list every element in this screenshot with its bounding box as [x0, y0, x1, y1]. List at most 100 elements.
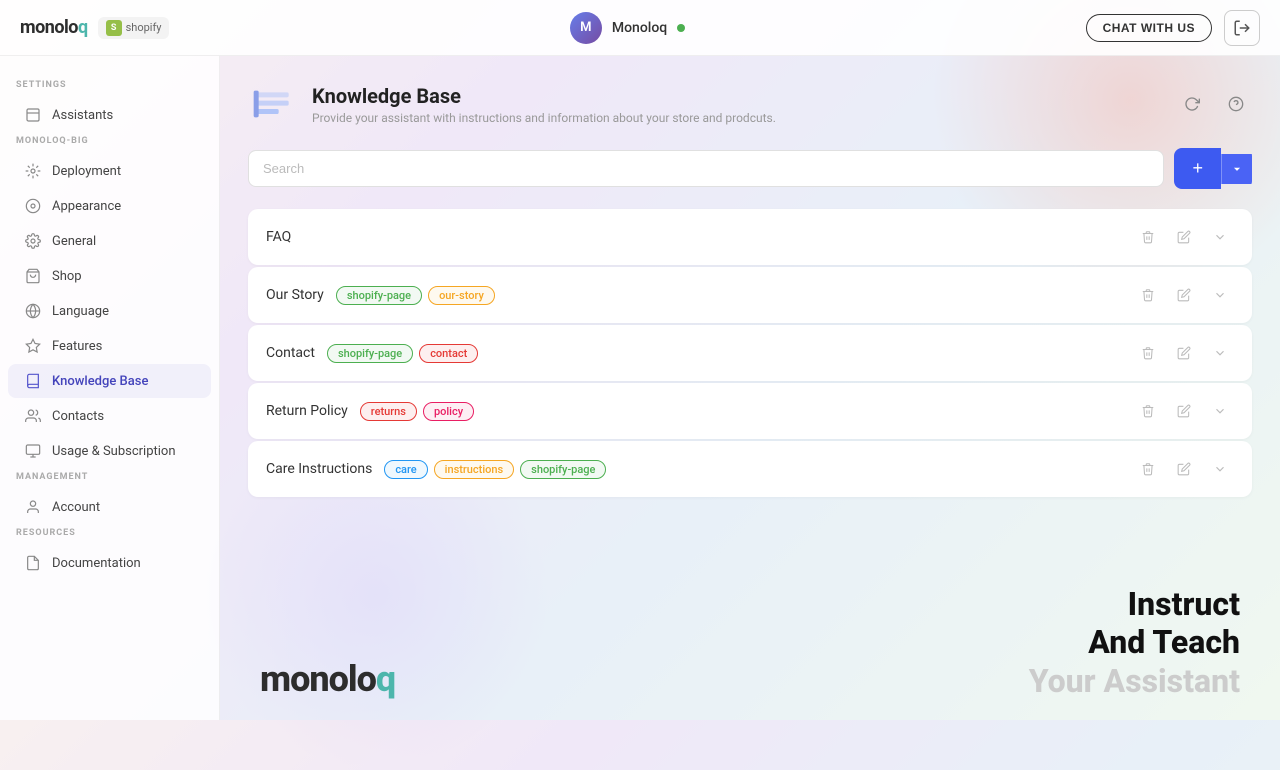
kb-item-faq-left: FAQ: [266, 229, 291, 245]
sidebar-item-general[interactable]: General: [8, 224, 211, 258]
online-indicator: [677, 24, 685, 32]
sidebar-item-documentation[interactable]: Documentation: [8, 546, 211, 580]
faq-expand-button[interactable]: [1206, 223, 1234, 251]
sidebar-usage-label: Usage & Subscription: [52, 444, 176, 459]
logo: monoloq: [20, 17, 88, 38]
shop-icon: [24, 267, 42, 285]
our-story-delete-button[interactable]: [1134, 281, 1162, 309]
return-policy-expand-button[interactable]: [1206, 397, 1234, 425]
add-dropdown-button[interactable]: [1221, 154, 1252, 184]
sidebar-shop-label: Shop: [52, 269, 82, 284]
kb-item-faq-actions: [1134, 223, 1234, 251]
refresh-button[interactable]: [1176, 88, 1208, 120]
general-icon: [24, 232, 42, 250]
header-center: M Monoloq: [570, 12, 685, 44]
kb-item-contact-left: Contact shopify-page contact: [266, 344, 478, 363]
main-content: SETTINGS Assistants MONOLOQ-BIG: [0, 56, 1280, 720]
sidebar: SETTINGS Assistants MONOLOQ-BIG: [0, 56, 220, 720]
kb-header: Knowledge Base Provide your assistant wi…: [248, 80, 1252, 128]
sidebar-account-label: Account: [52, 500, 100, 515]
contacts-icon: [24, 407, 42, 425]
faq-edit-button[interactable]: [1170, 223, 1198, 251]
kb-title: Knowledge Base: [312, 84, 776, 108]
care-instructions-expand-button[interactable]: [1206, 455, 1234, 483]
add-button-group: +: [1174, 148, 1252, 189]
documentation-icon: [24, 554, 42, 572]
sidebar-item-contacts[interactable]: Contacts: [8, 399, 211, 433]
kb-item-our-story: Our Story shopify-page our-story: [248, 267, 1252, 323]
sidebar-contacts-label: Contacts: [52, 409, 104, 424]
tagline-line3: Your Assistant: [1029, 662, 1240, 700]
sidebar-general-label: General: [52, 234, 96, 249]
tag-policy: policy: [423, 402, 474, 421]
language-icon: [24, 302, 42, 320]
kb-title-block: Knowledge Base Provide your assistant wi…: [312, 84, 776, 125]
tag-our-story: our-story: [428, 286, 495, 305]
sidebar-language-label: Language: [52, 304, 109, 319]
resources-section-label: RESOURCES: [0, 528, 219, 538]
page-content: Knowledge Base Provide your assistant wi…: [220, 56, 1280, 720]
sidebar-item-deployment[interactable]: Deployment: [8, 154, 211, 188]
kb-subtitle: Provide your assistant with instructions…: [312, 111, 776, 125]
help-button[interactable]: [1220, 88, 1252, 120]
account-icon: [24, 498, 42, 516]
bottom-logo: monoloq: [260, 658, 395, 700]
sidebar-item-language[interactable]: Language: [8, 294, 211, 328]
monoloq-big-section-label: MONOLOQ-BIG: [0, 136, 219, 146]
knowledge-base-icon: [24, 372, 42, 390]
contact-edit-button[interactable]: [1170, 339, 1198, 367]
return-policy-delete-button[interactable]: [1134, 397, 1162, 425]
kb-item-return-policy-name: Return Policy: [266, 403, 348, 419]
shopify-badge: S shopify: [98, 17, 170, 39]
our-story-edit-button[interactable]: [1170, 281, 1198, 309]
settings-section-label: SETTINGS: [0, 80, 219, 90]
care-instructions-delete-button[interactable]: [1134, 455, 1162, 483]
sidebar-item-usage[interactable]: Usage & Subscription: [8, 434, 211, 468]
sidebar-item-shop[interactable]: Shop: [8, 259, 211, 293]
care-instructions-tags: care instructions shopify-page: [384, 460, 606, 479]
management-section-label: MANAGEMENT: [0, 472, 219, 482]
header: monoloq S shopify M Monoloq CHAT WITH US: [0, 0, 1280, 56]
kb-item-our-story-left: Our Story shopify-page our-story: [266, 286, 495, 305]
chat-with-us-button[interactable]: CHAT WITH US: [1086, 14, 1212, 42]
kb-item-contact-actions: [1134, 339, 1234, 367]
kb-item-faq: FAQ: [248, 209, 1252, 265]
sidebar-item-features[interactable]: Features: [8, 329, 211, 363]
tag-shopify-page-3: shopify-page: [520, 460, 606, 479]
kb-header-actions: [1176, 88, 1252, 120]
logout-button[interactable]: [1224, 10, 1260, 46]
kb-item-care-instructions-left: Care Instructions care instructions shop…: [266, 460, 606, 479]
care-instructions-edit-button[interactable]: [1170, 455, 1198, 483]
tag-shopify-page-2: shopify-page: [327, 344, 413, 363]
tag-instructions: instructions: [434, 460, 515, 479]
tag-contact: contact: [419, 344, 478, 363]
sidebar-item-appearance[interactable]: Appearance: [8, 189, 211, 223]
kb-item-care-instructions: Care Instructions care instructions shop…: [248, 441, 1252, 497]
sidebar-features-label: Features: [52, 339, 102, 354]
faq-delete-button[interactable]: [1134, 223, 1162, 251]
add-button[interactable]: +: [1174, 148, 1221, 189]
sidebar-item-account[interactable]: Account: [8, 490, 211, 524]
contact-delete-button[interactable]: [1134, 339, 1162, 367]
tag-returns: returns: [360, 402, 417, 421]
usage-icon: [24, 442, 42, 460]
search-input[interactable]: [248, 150, 1164, 187]
app-container: monoloq S shopify M Monoloq CHAT WITH US: [0, 0, 1280, 720]
sidebar-knowledge-base-label: Knowledge Base: [52, 374, 148, 389]
avatar: M: [570, 12, 602, 44]
sidebar-item-knowledge-base[interactable]: Knowledge Base: [8, 364, 211, 398]
kb-item-return-policy-actions: [1134, 397, 1234, 425]
our-story-expand-button[interactable]: [1206, 281, 1234, 309]
sidebar-item-assistants[interactable]: Assistants: [8, 98, 211, 132]
return-policy-edit-button[interactable]: [1170, 397, 1198, 425]
assistants-icon: [24, 106, 42, 124]
kb-header-left: Knowledge Base Provide your assistant wi…: [248, 80, 776, 128]
tag-shopify-page-1: shopify-page: [336, 286, 422, 305]
shopify-label: shopify: [126, 21, 162, 34]
kb-item-contact-name: Contact: [266, 345, 315, 361]
kb-item-return-policy: Return Policy returns policy: [248, 383, 1252, 439]
contact-tags: shopify-page contact: [327, 344, 478, 363]
header-right: CHAT WITH US: [1086, 10, 1260, 46]
bottom-right-text: Instruct And Teach Your Assistant: [1029, 585, 1240, 700]
contact-expand-button[interactable]: [1206, 339, 1234, 367]
